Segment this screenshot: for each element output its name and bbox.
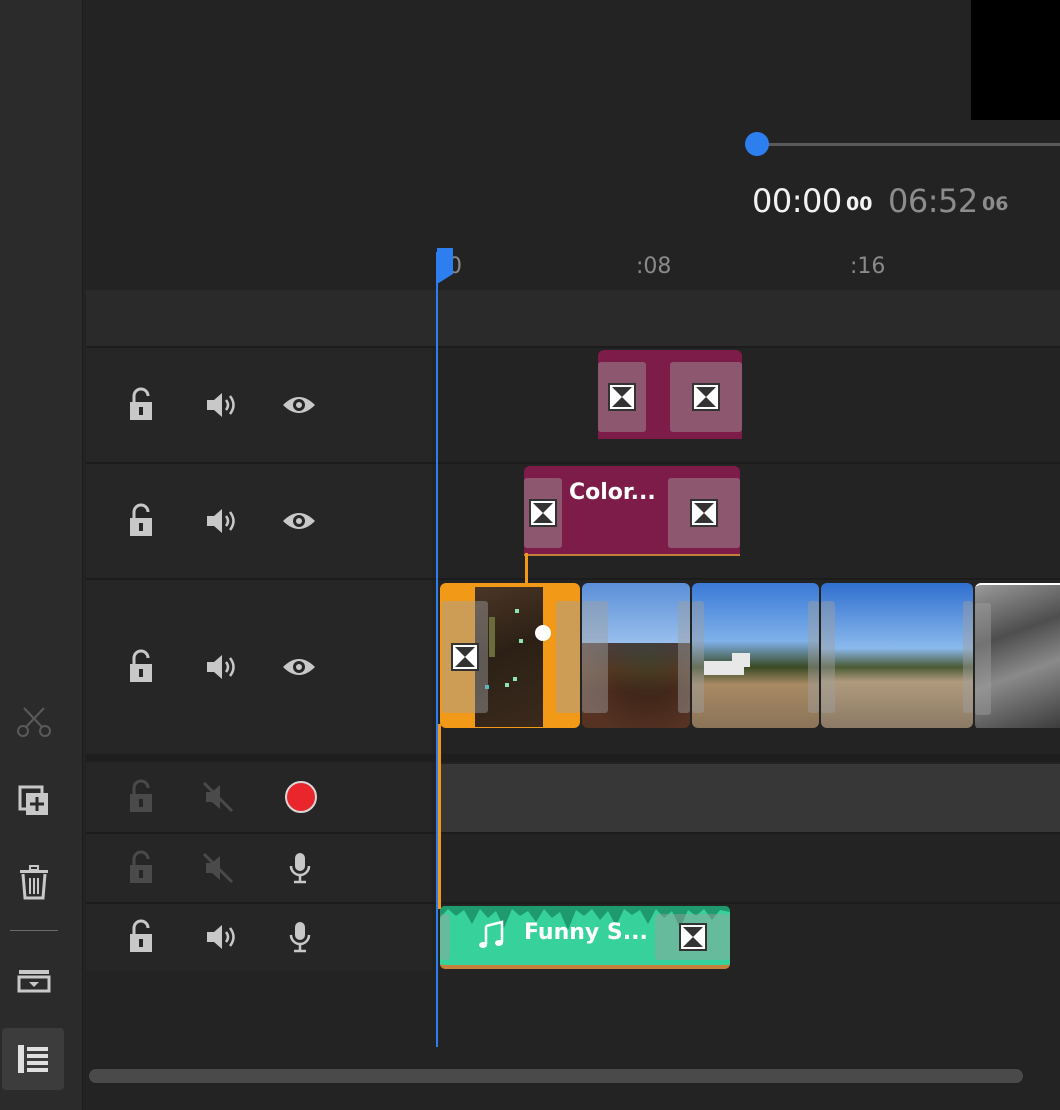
transition-icon — [692, 383, 720, 411]
eye-icon[interactable] — [279, 501, 319, 541]
transition-handle-start[interactable] — [598, 362, 646, 432]
transition-handle-end[interactable] — [668, 478, 740, 548]
list-view-icon[interactable] — [2, 1028, 64, 1090]
transition-handle-end[interactable] — [556, 601, 580, 713]
microphone-icon[interactable] — [280, 848, 320, 888]
transition-icon — [690, 499, 718, 527]
video-clip[interactable] — [975, 583, 1060, 728]
track-header-title-1 — [86, 464, 432, 578]
transition-handle-end[interactable] — [678, 601, 690, 713]
track-header-title-2 — [86, 348, 432, 462]
lock-open-icon[interactable] — [121, 501, 161, 541]
duration-timecode-frames: 06 — [982, 193, 1009, 215]
transition-icon — [529, 499, 557, 527]
track-size-icon[interactable] — [12, 958, 56, 1002]
title-clip-2[interactable] — [598, 350, 742, 439]
transition-handle-start[interactable] — [440, 914, 450, 960]
transition-handle-end[interactable] — [963, 601, 973, 713]
audio-clip-funny[interactable]: Funny S... — [440, 906, 730, 969]
add-copy-icon[interactable] — [12, 780, 56, 824]
speaker-icon[interactable] — [202, 501, 242, 541]
transition-handle-start[interactable] — [692, 601, 704, 713]
transition-handle-start[interactable] — [442, 601, 488, 713]
scrub-bar[interactable] — [757, 143, 1060, 146]
current-timecode: 00:00 — [752, 182, 842, 220]
clip-label: Color... — [569, 480, 656, 505]
lock-open-icon[interactable] — [121, 647, 161, 687]
link-connector — [438, 724, 441, 909]
video-clip[interactable] — [692, 583, 819, 728]
lock-open-icon — [121, 777, 161, 817]
title-clip-color[interactable]: Color... — [524, 466, 740, 556]
lock-open-icon — [121, 848, 161, 888]
eye-icon[interactable] — [279, 647, 319, 687]
playhead[interactable] — [436, 252, 438, 1047]
microphone-icon[interactable] — [280, 917, 320, 957]
ruler-label-8: :08 — [636, 254, 672, 279]
duration-timecode: 06:52 — [888, 182, 978, 220]
track-header-voiceover — [86, 762, 432, 832]
scrub-handle[interactable] — [745, 132, 769, 156]
transition-handle-end[interactable] — [670, 362, 742, 432]
scissors-icon[interactable] — [12, 700, 56, 744]
video-clip-selected[interactable] — [440, 583, 580, 728]
transition-handle-end[interactable] — [808, 601, 819, 713]
trash-icon[interactable] — [12, 860, 56, 904]
speaker-muted-icon — [198, 848, 238, 888]
tool-rail — [0, 0, 83, 1110]
transition-handle-end[interactable] — [655, 914, 730, 960]
eye-icon[interactable] — [279, 385, 319, 425]
lock-open-icon[interactable] — [121, 917, 161, 957]
track-header-video — [86, 580, 432, 754]
playhead-handle[interactable] — [437, 248, 453, 284]
video-track-clips — [440, 583, 1060, 728]
video-clip[interactable] — [821, 583, 973, 728]
rail-divider — [10, 930, 58, 931]
track-header-narration — [86, 834, 432, 902]
transition-handle-start[interactable] — [975, 603, 991, 715]
speaker-icon[interactable] — [202, 917, 242, 957]
timeline-scrollbar[interactable] — [89, 1069, 1023, 1083]
track-separator — [86, 754, 1060, 762]
preview-monitor — [971, 0, 1060, 120]
clip-label: Funny S... — [524, 920, 648, 945]
transition-handle-start[interactable] — [821, 601, 835, 713]
link-connector — [525, 553, 528, 583]
transition-icon — [451, 643, 479, 671]
transition-icon — [678, 923, 707, 951]
current-timecode-frames: 00 — [846, 193, 873, 215]
voiceover-lane[interactable] — [440, 764, 1060, 832]
video-clip[interactable] — [582, 583, 690, 728]
speaker-muted-icon — [198, 777, 238, 817]
ruler-label-16: :16 — [850, 254, 886, 279]
transition-icon — [608, 383, 636, 411]
top-empty-track — [86, 290, 1060, 346]
speaker-icon[interactable] — [202, 385, 242, 425]
track-header-music — [86, 904, 432, 970]
record-icon[interactable] — [281, 777, 321, 817]
music-note-icon — [478, 920, 506, 954]
speaker-icon[interactable] — [202, 647, 242, 687]
transition-handle-start[interactable] — [582, 601, 608, 713]
lock-open-icon[interactable] — [121, 385, 161, 425]
transition-handle-start[interactable] — [524, 478, 562, 548]
